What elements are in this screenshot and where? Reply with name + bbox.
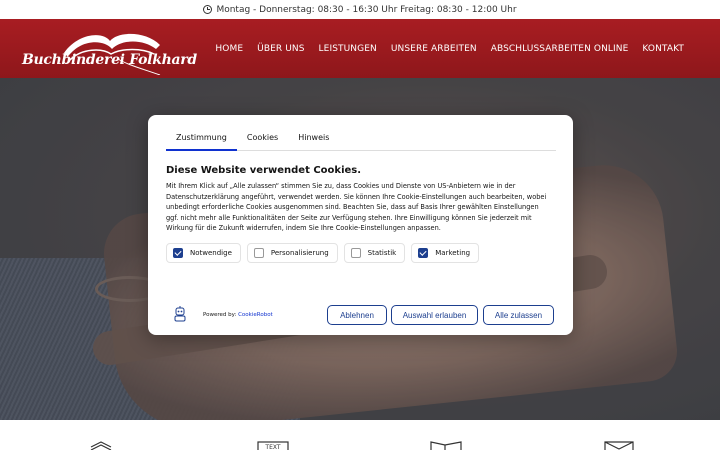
- option-statistik[interactable]: Statistik: [343, 243, 406, 263]
- option-label: Statistik: [367, 249, 397, 257]
- checkbox-statistik[interactable]: [350, 248, 361, 258]
- decline-button[interactable]: Ablehnen: [327, 305, 387, 325]
- cookie-tabs: Zustimmung Cookies Hinweis: [166, 129, 556, 151]
- tab-hinweis[interactable]: Hinweis: [288, 129, 339, 151]
- checkbox-marketing[interactable]: [418, 248, 429, 258]
- svg-text:TEXT: TEXT: [264, 444, 280, 450]
- text-document-icon: TEXT: [257, 441, 289, 450]
- checkbox-personalisierung[interactable]: [253, 248, 264, 258]
- nav-kontakt[interactable]: KONTAKT: [642, 44, 684, 54]
- powered-by-label: Powered by:: [203, 312, 237, 318]
- option-personalisierung[interactable]: Personalisierung: [246, 243, 338, 263]
- option-label: Notwendige: [190, 249, 232, 257]
- cookierobot-logo-icon: [174, 306, 186, 322]
- cookierobot-link[interactable]: CookieRobot: [238, 312, 273, 318]
- tab-cookies[interactable]: Cookies: [237, 129, 288, 151]
- site-header: Buchbinderei Folkhard HOME ÜBER UNS LEIS…: [0, 19, 720, 78]
- nav-abschlussarbeiten-online[interactable]: ABSCHLUSSARBEITEN ONLINE: [491, 44, 629, 54]
- open-book-icon: [430, 441, 462, 450]
- option-label: Personalisierung: [270, 249, 329, 257]
- option-notwendige[interactable]: Notwendige: [166, 243, 241, 263]
- main-nav: HOME ÜBER UNS LEISTUNGEN UNSERE ARBEITEN…: [215, 19, 684, 78]
- nav-leistungen[interactable]: LEISTUNGEN: [319, 44, 377, 54]
- checkbox-notwendige[interactable]: [173, 248, 183, 258]
- opening-hours-text: Montag - Donnerstag: 08:30 - 16:30 Uhr F…: [216, 4, 517, 15]
- allow-selection-button[interactable]: Auswahl erlauben: [391, 305, 478, 325]
- cookie-dialog-text: Mit Ihrem Klick auf „Alle zulassen“ stim…: [166, 182, 547, 233]
- nav-unsere-arbeiten[interactable]: UNSERE ARBEITEN: [391, 44, 477, 54]
- cookie-consent-dialog: Zustimmung Cookies Hinweis Diese Website…: [148, 115, 573, 335]
- powered-by: Powered by: CookieRobot: [203, 312, 273, 318]
- tab-zustimmung[interactable]: Zustimmung: [166, 129, 237, 151]
- cookie-dialog-title: Diese Website verwendet Cookies.: [166, 165, 362, 176]
- logo-wordmark[interactable]: Buchbinderei Folkhard: [22, 52, 197, 68]
- clock-icon: [203, 5, 213, 14]
- option-label: Marketing: [435, 249, 471, 257]
- book-stack-icon: [90, 441, 112, 450]
- nav-ueber-uns[interactable]: ÜBER UNS: [257, 44, 304, 54]
- nav-home[interactable]: HOME: [215, 44, 243, 54]
- envelope-icon: [604, 441, 634, 450]
- opening-hours-bar: Montag - Donnerstag: 08:30 - 16:30 Uhr F…: [0, 0, 720, 19]
- cookie-options: Notwendige Personalisierung Statistik Ma…: [166, 243, 480, 263]
- allow-all-button[interactable]: Alle zulassen: [483, 305, 554, 325]
- option-marketing[interactable]: Marketing: [411, 243, 480, 263]
